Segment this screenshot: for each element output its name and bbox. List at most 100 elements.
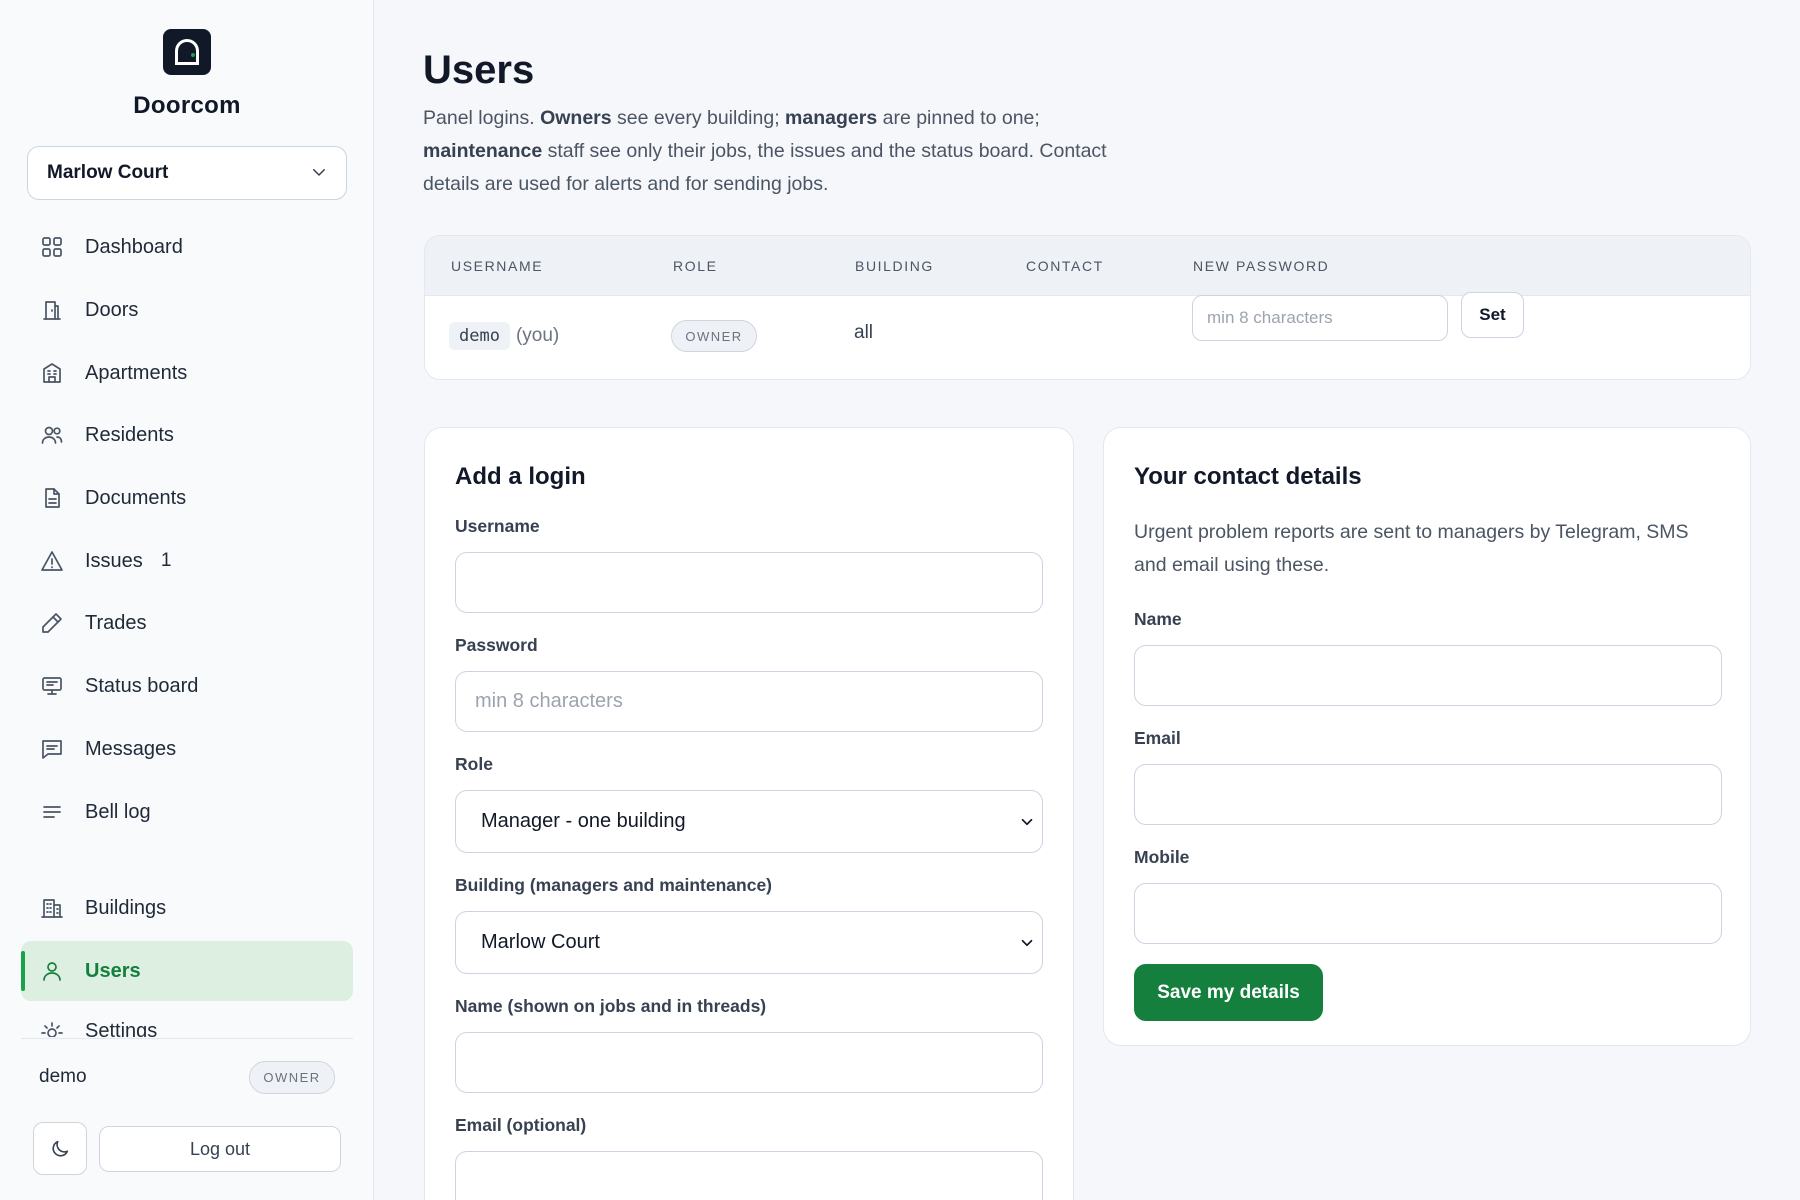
display-name-label: Name (shown on jobs and in threads) <box>455 996 767 1016</box>
sidebar-item-label: Doors <box>85 298 139 321</box>
sidebar-item-label: Status board <box>85 674 199 697</box>
intro-owners: Owners <box>540 107 612 129</box>
sidebar: Doorcom Marlow Court Dashboard Doors Apa… <box>0 0 374 1200</box>
add-login-card: Add a login Username Password min 8 char… <box>424 427 1074 1200</box>
building-icon <box>39 895 65 921</box>
theme-toggle-button[interactable] <box>33 1122 87 1175</box>
sidebar-item-residents[interactable]: Residents <box>21 405 353 465</box>
sidebar-item-label: Settings <box>85 1020 158 1037</box>
table-row: demo (you) OWNER all <box>425 296 1750 379</box>
building-select-value: Marlow Court <box>481 931 600 953</box>
new-password-input[interactable]: min 8 characters <box>1192 295 1448 341</box>
column-header-role: ROLE <box>673 258 718 274</box>
building-selector[interactable]: Marlow Court <box>27 146 347 200</box>
contact-mobile-label: Mobile <box>1134 847 1190 867</box>
column-header-username: USERNAME <box>451 258 544 274</box>
sidebar-item-label: Dashboard <box>85 235 183 258</box>
user-icon <box>39 958 65 984</box>
sidebar-item-apartments[interactable]: Apartments <box>21 343 353 403</box>
contact-name-input[interactable] <box>1134 645 1722 706</box>
email-optional-label: Email (optional) <box>455 1115 587 1135</box>
contact-details-description: Urgent problem reports are sent to manag… <box>1134 521 1689 576</box>
people-icon <box>39 422 65 448</box>
column-header-building: BUILDING <box>855 258 934 274</box>
moon-icon <box>52 1140 69 1157</box>
contact-details-title: Your contact details <box>1134 463 1362 490</box>
chevron-down-icon <box>313 169 325 176</box>
set-password-button[interactable]: Set <box>1461 292 1524 338</box>
contact-mobile-input[interactable] <box>1134 883 1722 944</box>
contact-email-input[interactable] <box>1134 764 1722 825</box>
sidebar-item-settings[interactable]: Settings <box>21 1003 353 1037</box>
column-header-new-password: NEW PASSWORD <box>1193 258 1330 274</box>
building-selector-value: Marlow Court <box>47 162 169 183</box>
chevron-down-icon <box>1021 818 1033 826</box>
sidebar-item-trades[interactable]: Trades <box>21 593 353 653</box>
document-icon <box>39 485 65 511</box>
building-select[interactable]: Marlow Court <box>455 911 1043 974</box>
role-label: Role <box>455 754 493 774</box>
intro-text: are pinned to one; <box>877 107 1040 129</box>
cell-building: all <box>854 322 874 343</box>
sidebar-item-label: Messages <box>85 737 177 760</box>
password-label: Password <box>455 635 538 655</box>
role-select[interactable]: Manager - one building <box>455 790 1043 853</box>
logout-button[interactable]: Log out <box>99 1126 341 1172</box>
message-icon <box>39 736 65 762</box>
sidebar-item-dashboard[interactable]: Dashboard <box>21 217 353 277</box>
role-badge: OWNER <box>671 320 757 352</box>
password-input[interactable]: min 8 characters <box>455 671 1043 732</box>
users-table: USERNAME ROLE BUILDING CONTACT NEW PASSW… <box>424 235 1751 380</box>
door-icon <box>39 297 65 323</box>
user-role-badge: OWNER <box>249 1061 335 1094</box>
cell-username: demo (you) <box>449 322 559 350</box>
add-login-title: Add a login <box>455 463 586 490</box>
monitor-icon <box>39 673 65 699</box>
sun-gear-icon <box>39 1020 65 1037</box>
apartment-icon <box>39 360 65 386</box>
page-intro: Panel logins. Owners see every building;… <box>423 102 1123 201</box>
sidebar-item-label: Buildings <box>85 896 167 919</box>
page-title: Users <box>423 48 535 92</box>
sidebar-item-messages[interactable]: Messages <box>21 719 353 779</box>
sidebar-item-issues[interactable]: Issues 1 <box>21 531 353 591</box>
sidebar-item-bell-log[interactable]: Bell log <box>21 782 353 842</box>
intro-managers: managers <box>785 107 878 129</box>
brand-name: Doorcom <box>133 92 241 119</box>
sidebar-item-label: Issues <box>85 549 143 572</box>
role-select-value: Manager - one building <box>481 810 686 832</box>
intro-maintenance: maintenance <box>423 140 543 162</box>
warning-icon <box>39 548 65 574</box>
username-code: demo <box>449 322 510 350</box>
sidebar-item-users[interactable]: Users <box>21 941 353 1001</box>
issues-count-badge: 1 <box>160 550 172 571</box>
sidebar-item-status-board[interactable]: Status board <box>21 656 353 716</box>
intro-text: Panel logins. <box>423 107 541 129</box>
chevron-down-icon <box>1021 939 1033 947</box>
sidebar-item-doors[interactable]: Doors <box>21 280 353 340</box>
building-label: Building (managers and maintenance) <box>455 875 772 895</box>
sidebar-item-label: Trades <box>85 611 147 634</box>
display-name-input[interactable] <box>455 1032 1043 1093</box>
grid-icon <box>39 234 65 260</box>
intro-text: see every building; <box>611 107 786 129</box>
username-input[interactable] <box>455 552 1043 613</box>
current-user-name: demo <box>39 1066 87 1087</box>
column-header-contact: CONTACT <box>1026 258 1104 274</box>
sidebar-item-label: Bell log <box>85 800 151 823</box>
save-my-details-button[interactable]: Save my details <box>1134 964 1323 1021</box>
contact-details-card: Your contact details Urgent problem repo… <box>1103 427 1751 1046</box>
sidebar-item-label: Apartments <box>85 361 188 384</box>
sidebar-item-buildings[interactable]: Buildings <box>21 878 353 938</box>
table-header-row: USERNAME ROLE BUILDING CONTACT NEW PASSW… <box>425 236 1750 296</box>
sidebar-item-documents[interactable]: Documents <box>21 468 353 528</box>
username-label: Username <box>455 516 540 536</box>
contact-name-label: Name <box>1134 609 1182 629</box>
contact-email-label: Email <box>1134 728 1181 748</box>
sidebar-item-label: Users <box>85 959 141 982</box>
list-icon <box>39 799 65 825</box>
email-optional-input[interactable] <box>455 1151 1043 1200</box>
door-logo-icon <box>163 29 211 75</box>
sidebar-item-label: Residents <box>85 423 174 446</box>
you-marker: (you) <box>515 325 560 346</box>
